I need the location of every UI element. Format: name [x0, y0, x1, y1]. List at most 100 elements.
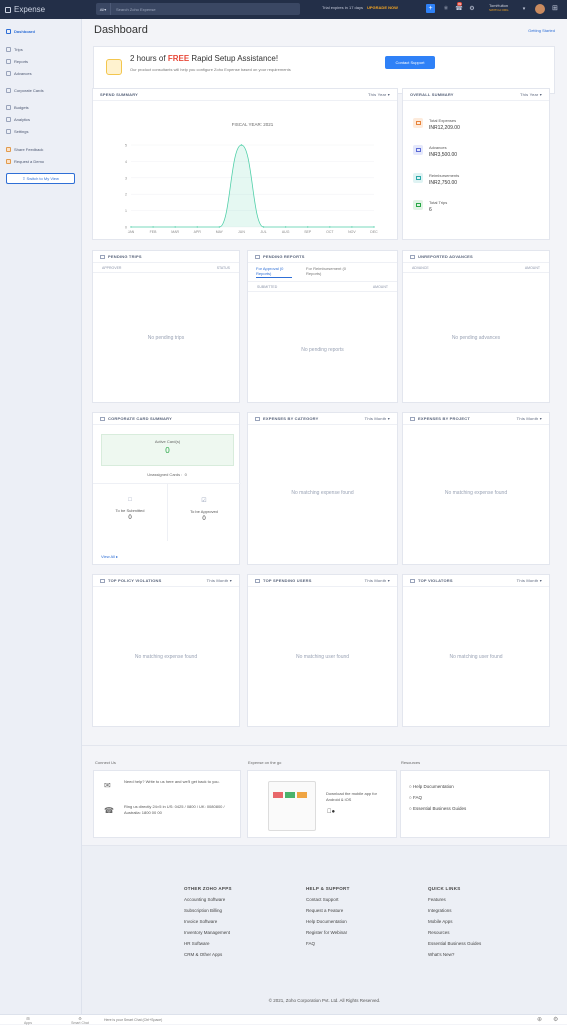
- search-module-dropdown[interactable]: All ▾: [96, 3, 111, 15]
- footer-link[interactable]: Register for Webinar: [306, 930, 350, 935]
- footer-link[interactable]: Help Documentation: [306, 919, 350, 924]
- tab-for-approval[interactable]: For Approval (0 Reports): [256, 266, 292, 278]
- trips-icon: [6, 46, 11, 52]
- sidebar-item-budgets[interactable]: Budgets: [0, 101, 81, 113]
- sidebar-item-share-feedback[interactable]: Share Feedback: [0, 143, 81, 155]
- tab-for-reimbursement[interactable]: For Reimbursement (0 Reports): [306, 266, 356, 276]
- to-be-approved[interactable]: ☑ To be Approved 0: [167, 497, 241, 522]
- chevron-down-icon[interactable]: ▾: [520, 5, 528, 13]
- resource-guides[interactable]: ○ Essential Business Guides: [409, 806, 549, 811]
- y-tick-label: 0: [125, 226, 127, 230]
- card-title: TOP SPENDING USERS: [263, 578, 312, 583]
- chart-title: FISCAL YEAR: 2021: [232, 122, 274, 127]
- footer-link[interactable]: Subscription Billing: [184, 908, 232, 913]
- receipt-icon: [413, 118, 423, 128]
- sidebar-item-request-demo[interactable]: Request a Demo: [0, 155, 81, 167]
- sidebar-item-label: Settings: [14, 128, 29, 134]
- column-header: SUBMITTED: [257, 284, 278, 289]
- spend-chart: FISCAL YEAR: 2021 0 1 2 3 4 5 JAN FEB MAR APR MAY JU…: [125, 122, 378, 234]
- period-dropdown[interactable]: This Month ▾: [365, 416, 390, 421]
- active-cards-box[interactable]: Active Card(s) 0: [101, 434, 234, 466]
- period-dropdown[interactable]: This Month ▾: [365, 578, 390, 583]
- quick-create-button[interactable]: +: [426, 4, 435, 13]
- overall-summary-card: OVERALL SUMMARY This Year ▾ Total Expense…: [402, 88, 550, 240]
- budgets-icon: [6, 104, 11, 110]
- footer-link[interactable]: Mobile Apps: [428, 919, 481, 924]
- sidebar-item-dashboard[interactable]: Dashboard: [0, 25, 81, 37]
- data-point: [284, 226, 287, 228]
- search-input[interactable]: [111, 6, 296, 12]
- footer-link[interactable]: Features: [428, 897, 481, 902]
- footer-link[interactable]: HR Software: [184, 941, 232, 946]
- sidebar-item-label: Dashboard: [14, 28, 35, 34]
- smart-chat-input[interactable]: [104, 1017, 404, 1023]
- summary-total-trips[interactable]: Total Trips 6: [413, 200, 447, 213]
- avatar[interactable]: [535, 4, 545, 14]
- footer-link[interactable]: Resources: [428, 930, 481, 935]
- upgrade-link[interactable]: UPGRADE NOW: [367, 5, 398, 10]
- apple-store-icon[interactable]: ●: [327, 809, 335, 815]
- footer-link[interactable]: Integrations: [428, 908, 481, 913]
- x-tick-label: DEC: [370, 230, 378, 234]
- period-dropdown[interactable]: This Year ▾: [368, 92, 390, 97]
- sidebar-item-analytics[interactable]: Analytics: [0, 113, 81, 125]
- data-point: [329, 226, 331, 228]
- refer-icon[interactable]: ⚛: [442, 5, 450, 13]
- sidebar-item-reports[interactable]: Reports: [0, 55, 81, 67]
- x-tick-label: MAR: [171, 230, 179, 234]
- view-all-link[interactable]: View All ▸: [101, 554, 118, 559]
- summary-reimbursements[interactable]: Reimbursements INR2,750.00: [413, 173, 459, 186]
- footer-link[interactable]: CRM & Other Apps: [184, 952, 232, 957]
- x-tick-label: JAN: [128, 230, 135, 234]
- resource-faq[interactable]: ○ FAQ: [409, 795, 549, 800]
- footer-link[interactable]: Request a Feature: [306, 908, 350, 913]
- to-be-submitted[interactable]: □ To be Submitted 0: [93, 497, 167, 521]
- getting-started-link[interactable]: Getting Started: [528, 28, 555, 33]
- footer-link[interactable]: Essential Business Guides: [428, 941, 481, 946]
- empty-message: No pending reports: [301, 347, 344, 353]
- footer-link[interactable]: Contact Support: [306, 897, 350, 902]
- sidebar-item-settings[interactable]: Settings: [0, 125, 81, 137]
- help-text[interactable]: Need help? Write to us here and we'll ge…: [124, 779, 234, 785]
- data-point: [307, 226, 309, 228]
- app-brand[interactable]: Expense: [0, 5, 82, 14]
- org-switcher[interactable]: TomHulton SWITCH ORG: [489, 3, 509, 13]
- resource-help-docs[interactable]: ○ Help Documentation: [409, 784, 549, 789]
- app-grid-icon[interactable]: ⊞: [552, 5, 560, 13]
- y-tick-label: 3: [125, 176, 127, 180]
- empty-message: No matching expense found: [291, 490, 354, 496]
- call-text: Ring us directly 24×5 in US: 0425 / 0800…: [124, 804, 225, 815]
- contact-support-button[interactable]: Contact Support: [385, 56, 435, 69]
- banner-title: 2 hours of FREE Rapid Setup Assistance!: [130, 54, 278, 63]
- settings-gear-icon[interactable]: ⚙: [468, 5, 476, 13]
- switch-view-button[interactable]: ⇧ Switch to My View: [6, 173, 75, 184]
- period-label: This Month: [516, 416, 539, 421]
- footer-link[interactable]: Invoice Software: [184, 919, 232, 924]
- sidebar-item-corporate-cards[interactable]: Corporate Cards: [0, 84, 81, 96]
- card-title: SPEND SUMMARY: [100, 92, 139, 97]
- footer-link[interactable]: Inventory Management: [184, 930, 232, 935]
- sidebar-item-advances[interactable]: Advances: [0, 67, 81, 79]
- footer-link[interactable]: FAQ: [306, 941, 350, 946]
- period-dropdown[interactable]: This Month ▾: [517, 416, 542, 421]
- banner-subtitle: Our product consultants will help you co…: [130, 67, 291, 72]
- data-point: [218, 226, 221, 228]
- period-dropdown[interactable]: This Month ▾: [207, 578, 232, 583]
- footer-col-help: HELP & SUPPORT Contact Support Request a…: [306, 886, 350, 946]
- summary-total-expenses[interactable]: Total Expenses INR12,209.00: [413, 118, 460, 131]
- sidebar: Dashboard Trips Reports Advances Corpora…: [0, 19, 82, 1014]
- notification-bell-icon[interactable]: ☎: [455, 5, 463, 13]
- sidebar-item-trips[interactable]: Trips: [0, 43, 81, 55]
- period-dropdown[interactable]: This Year ▾: [520, 92, 542, 97]
- add-icon[interactable]: ⊕: [537, 1016, 542, 1023]
- settings-icon[interactable]: ⚙: [553, 1016, 558, 1023]
- card-icon: [6, 87, 11, 93]
- footer-link[interactable]: What's New?: [428, 952, 481, 957]
- card-title: PENDING TRIPS: [108, 254, 142, 259]
- folder-icon: □: [128, 497, 132, 503]
- period-dropdown[interactable]: This Month ▾: [517, 578, 542, 583]
- resource-label: FAQ: [412, 795, 422, 800]
- summary-advances[interactable]: Advances INR3,500.00: [413, 145, 457, 158]
- summary-value: INR3,500.00: [429, 152, 458, 158]
- footer-link[interactable]: Accounting Software: [184, 897, 232, 902]
